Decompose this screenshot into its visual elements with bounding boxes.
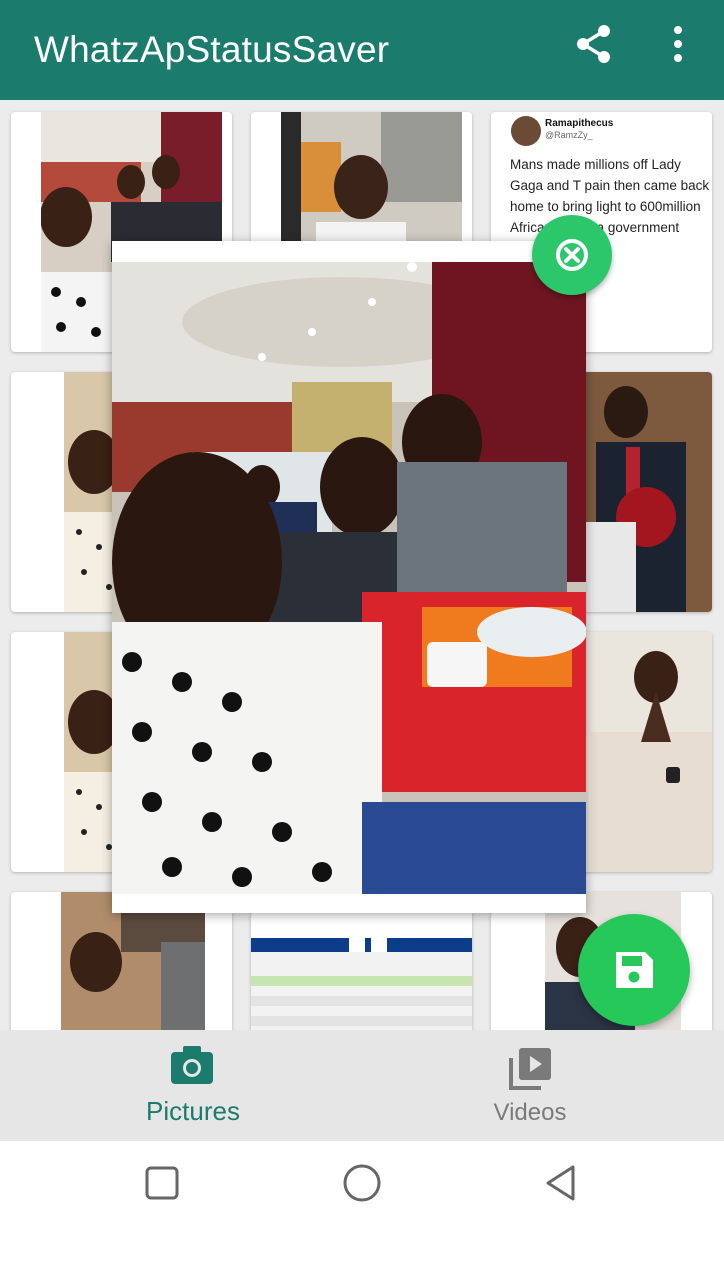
system-navigation-bar <box>0 1141 724 1283</box>
image-preview-dialog <box>112 241 586 913</box>
close-circle-icon <box>556 239 588 271</box>
tab-videos[interactable]: Videos <box>349 1030 711 1141</box>
more-vert-icon[interactable] <box>664 22 692 66</box>
back-icon <box>546 1165 575 1201</box>
share-icon[interactable] <box>572 22 616 66</box>
app-bar: WhatzApStatusSaver <box>0 0 724 100</box>
camera-icon <box>171 1046 213 1084</box>
video-library-icon <box>509 1048 551 1090</box>
save-button[interactable] <box>578 914 690 1026</box>
tweet-user-name: Ramapithecus <box>545 118 614 129</box>
home-icon <box>343 1164 381 1202</box>
app-screen: WhatzApStatusSaver Ramapithecus @RamzZy_… <box>0 0 724 1283</box>
avatar <box>511 116 541 146</box>
tab-videos-label: Videos <box>493 1099 567 1126</box>
save-icon <box>616 952 653 988</box>
preview-image <box>112 262 586 894</box>
tab-pictures[interactable]: Pictures <box>12 1030 374 1141</box>
app-title: WhatzApStatusSaver <box>34 29 390 70</box>
recents-icon <box>145 1166 179 1200</box>
close-preview-button[interactable] <box>532 215 612 295</box>
tab-pictures-label: Pictures <box>146 1096 240 1126</box>
bottom-navigation: Pictures Videos <box>0 1030 724 1141</box>
tweet-user-handle: @RamzZy_ <box>545 130 593 140</box>
recents-button[interactable] <box>138 1159 186 1207</box>
back-button[interactable] <box>538 1159 586 1207</box>
home-button[interactable] <box>338 1159 386 1207</box>
